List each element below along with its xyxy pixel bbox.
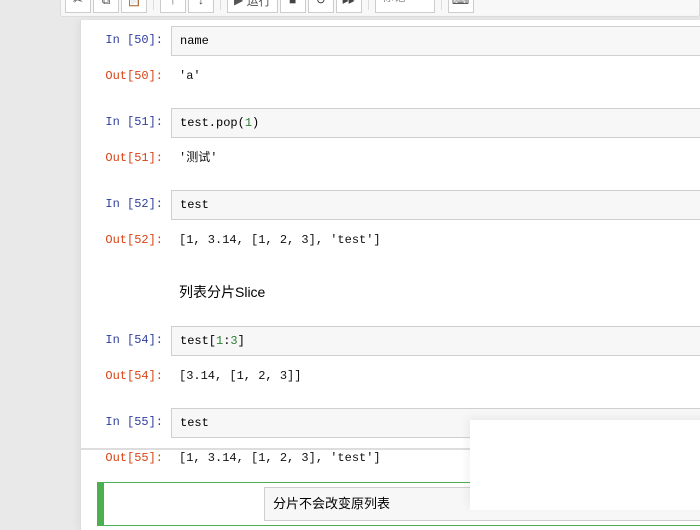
toolbar: ✂ ⧉ 📋 ↑ ↓ ▶ 运行 ■ ↻ ▸▸ 标记 ⌨ bbox=[60, 0, 700, 17]
output-row: Out[50]: 'a' bbox=[81, 60, 700, 92]
cell-type-select[interactable]: 标记 bbox=[375, 0, 435, 13]
movedown-button[interactable]: ↓ bbox=[188, 0, 214, 13]
output-row: Out[52]: [1, 3.14, [1, 2, 3], 'test'] bbox=[81, 224, 700, 256]
markdown-cell[interactable]: 列表分片Slice bbox=[81, 274, 700, 310]
output-text: '测试' bbox=[171, 144, 700, 172]
out-prompt: Out[54]: bbox=[81, 362, 171, 390]
copy-button[interactable]: ⧉ bbox=[93, 0, 119, 13]
stop-button[interactable]: ■ bbox=[280, 0, 306, 13]
code-cell[interactable]: In [54]: test[1:3] bbox=[81, 324, 700, 358]
output-text: [3.14, [1, 2, 3]] bbox=[171, 362, 700, 390]
output-row: Out[51]: '测试' bbox=[81, 142, 700, 174]
in-prompt: In [55]: bbox=[81, 408, 171, 438]
paste-button[interactable]: 📋 bbox=[121, 0, 147, 13]
run-all-button[interactable]: ▸▸ bbox=[336, 0, 362, 13]
code-input[interactable]: test[1:3] bbox=[171, 326, 700, 356]
out-prompt: Out[52]: bbox=[81, 226, 171, 254]
output-text: 'a' bbox=[171, 62, 700, 90]
out-prompt: Out[51]: bbox=[81, 144, 171, 172]
in-prompt: In [51]: bbox=[81, 108, 171, 138]
in-prompt: In [54]: bbox=[81, 326, 171, 356]
markdown-gutter bbox=[81, 276, 171, 308]
code-cell[interactable]: In [50]: name bbox=[81, 24, 700, 58]
output-row: Out[54]: [3.14, [1, 2, 3]] bbox=[81, 360, 700, 392]
code-cell[interactable]: In [51]: test.pop(1) bbox=[81, 106, 700, 140]
code-cell[interactable]: In [52]: test bbox=[81, 188, 700, 222]
in-prompt: In [50]: bbox=[81, 26, 171, 56]
output-text: [1, 3.14, [1, 2, 3], 'test'] bbox=[171, 226, 700, 254]
restart-button[interactable]: ↻ bbox=[308, 0, 334, 13]
code-input[interactable]: name bbox=[171, 26, 700, 56]
cut-button[interactable]: ✂ bbox=[65, 0, 91, 13]
code-input[interactable]: test.pop(1) bbox=[171, 108, 700, 138]
markdown-text: 列表分片Slice bbox=[171, 276, 700, 308]
markdown-gutter bbox=[104, 483, 264, 525]
overlay-panel bbox=[470, 420, 700, 510]
command-palette-button[interactable]: ⌨ bbox=[448, 0, 474, 13]
code-input[interactable]: test bbox=[171, 190, 700, 220]
out-prompt: Out[50]: bbox=[81, 62, 171, 90]
in-prompt: In [52]: bbox=[81, 190, 171, 220]
moveup-button[interactable]: ↑ bbox=[160, 0, 186, 13]
run-button[interactable]: ▶ 运行 bbox=[227, 0, 278, 13]
